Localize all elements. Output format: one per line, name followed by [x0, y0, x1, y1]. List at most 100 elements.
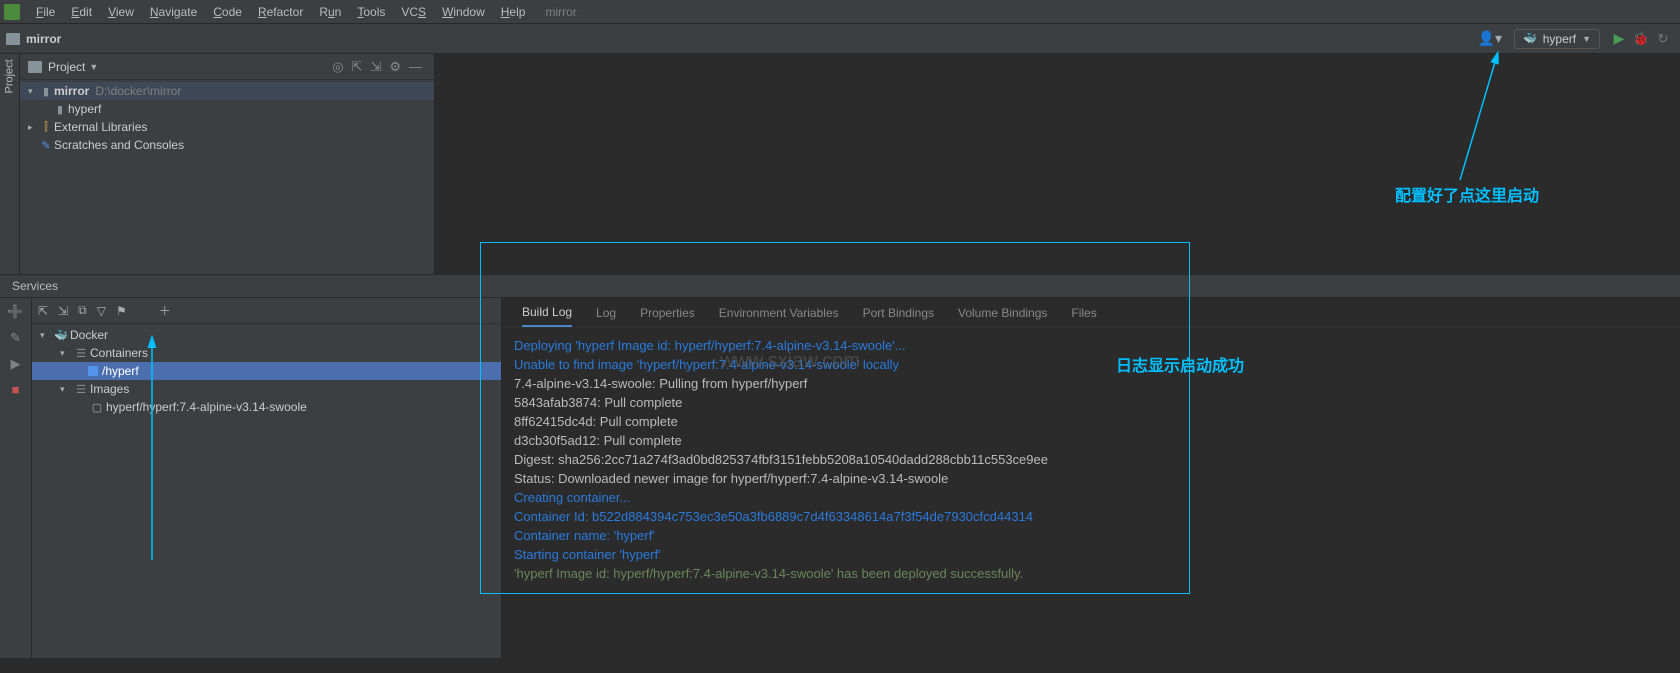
- folder-icon: ▮: [52, 103, 68, 116]
- docker-label: Docker: [70, 328, 108, 342]
- services-tree-panel: ⇱ ⇲ ⧉ ▽ ⚑ ＋ ▾ 🐳 Docker ▾ ☰ Containers /h…: [32, 298, 502, 658]
- log-line: Creating container...: [514, 488, 1668, 507]
- collapse-all-icon[interactable]: ⇲: [58, 304, 68, 318]
- log-line: Container name: 'hyperf': [514, 526, 1668, 545]
- menu-view[interactable]: View: [100, 3, 142, 21]
- nav-bar: mirror 👤▾ 🐳 hyperf ▼ ▶ 🐞 ↻: [0, 24, 1680, 54]
- add-icon[interactable]: ＋: [159, 302, 171, 319]
- containers-label: Containers: [90, 346, 148, 360]
- library-icon: ⫿: [38, 121, 54, 134]
- project-panel-header: Project ▼ ◎ ⇱ ⇲ ⚙ —: [20, 54, 434, 80]
- image-row[interactable]: ▢ hyperf/hyperf:7.4-alpine-v3.14-swoole: [32, 398, 501, 416]
- deploy-icon[interactable]: ➕: [7, 304, 23, 320]
- menu-refactor[interactable]: Refactor: [250, 3, 311, 21]
- services-tree: ▾ 🐳 Docker ▾ ☰ Containers /hyperf ▾ ☰ Im…: [32, 324, 501, 418]
- services-label: Services: [12, 279, 58, 293]
- tab-volume-bindings[interactable]: Volume Bindings: [958, 300, 1047, 326]
- menu-file[interactable]: File: [28, 3, 63, 21]
- log-line: d3cb30f5ad12: Pull complete: [514, 431, 1668, 450]
- menu-code[interactable]: Code: [205, 3, 250, 21]
- editor-area: [435, 54, 1680, 274]
- project-panel: Project ▼ ◎ ⇱ ⇲ ⚙ — ▾ ▮ mirror D:\docker…: [20, 54, 435, 274]
- services-left-gutter: ➕ ✎ ▶ ■: [0, 298, 32, 658]
- gear-icon[interactable]: ⚙: [389, 59, 401, 75]
- container-label: /hyperf: [102, 364, 139, 378]
- chevron-down-icon[interactable]: ▾: [28, 86, 38, 97]
- locate-icon[interactable]: ◎: [332, 59, 343, 75]
- images-label: Images: [90, 382, 129, 396]
- menu-navigate[interactable]: Navigate: [142, 3, 205, 21]
- bookmark-icon[interactable]: ⚑: [116, 304, 127, 318]
- menu-run[interactable]: Run: [311, 3, 349, 21]
- tab-build-log[interactable]: Build Log: [522, 299, 572, 327]
- folder-icon: ▮: [38, 85, 54, 98]
- menu-window[interactable]: Window: [434, 3, 493, 21]
- services-panel: ➕ ✎ ▶ ■ ⇱ ⇲ ⧉ ▽ ⚑ ＋ ▾ 🐳 Docker ▾ ☰ Conta…: [0, 298, 1680, 658]
- docker-icon: 🐳: [52, 329, 70, 342]
- edit-icon[interactable]: ✎: [10, 330, 21, 346]
- breadcrumb-project[interactable]: mirror: [26, 32, 61, 46]
- tab-log[interactable]: Log: [596, 300, 616, 326]
- stop-icon[interactable]: ■: [12, 382, 20, 397]
- main-area: Project Project ▼ ◎ ⇱ ⇲ ⚙ — ▾ ▮ mirror D…: [0, 54, 1680, 274]
- hide-icon[interactable]: —: [409, 59, 422, 74]
- menu-edit[interactable]: Edit: [63, 3, 100, 21]
- log-line: 7.4-alpine-v3.14-swoole: Pulling from hy…: [514, 374, 1668, 393]
- container-hyperf[interactable]: /hyperf: [32, 362, 501, 380]
- run-config-selector[interactable]: 🐳 hyperf ▼: [1514, 29, 1600, 49]
- images-icon: ☰: [72, 383, 90, 396]
- external-libraries-label: External Libraries: [54, 120, 147, 134]
- expand-all-icon[interactable]: ⇱: [38, 304, 48, 318]
- expand-all-icon[interactable]: ⇱: [352, 59, 363, 75]
- log-line: 8ff62415dc4d: Pull complete: [514, 412, 1668, 431]
- play-icon[interactable]: ▶: [11, 356, 21, 372]
- project-panel-title[interactable]: Project: [48, 60, 85, 74]
- collapse-all-icon[interactable]: ⇲: [370, 59, 381, 75]
- tab-files[interactable]: Files: [1071, 300, 1096, 326]
- tree-folder-hyperf[interactable]: ▮ hyperf: [20, 100, 434, 118]
- services-tree-toolbar: ⇱ ⇲ ⧉ ▽ ⚑ ＋: [32, 298, 501, 324]
- container-icon: [88, 366, 98, 376]
- image-label: hyperf/hyperf:7.4-alpine-v3.14-swoole: [106, 400, 307, 414]
- run-button[interactable]: ▶: [1610, 30, 1628, 47]
- services-tool-title[interactable]: Services: [0, 274, 1680, 298]
- chevron-down-icon[interactable]: ▼: [89, 62, 98, 72]
- menu-vcs[interactable]: VCS: [393, 3, 434, 21]
- chevron-down-icon[interactable]: ▾: [60, 384, 72, 395]
- log-line: Digest: sha256:2cc71a274f3ad0bd825374fbf…: [514, 450, 1668, 469]
- log-content[interactable]: Deploying 'hyperf Image id: hyperf/hyper…: [502, 328, 1680, 591]
- tab-env-vars[interactable]: Environment Variables: [719, 300, 839, 326]
- rerun-button[interactable]: ↻: [1654, 31, 1672, 47]
- containers-icon: ☰: [72, 347, 90, 360]
- chevron-down-icon: ▼: [1582, 34, 1591, 44]
- images-node[interactable]: ▾ ☰ Images: [32, 380, 501, 398]
- menu-bar: File Edit View Navigate Code Refactor Ru…: [0, 0, 1680, 24]
- project-tool-label[interactable]: Project: [4, 75, 16, 94]
- user-menu-icon[interactable]: 👤▾: [1478, 30, 1502, 47]
- menu-tools[interactable]: Tools: [349, 3, 393, 21]
- scratch-icon: ✎: [38, 139, 54, 152]
- chevron-down-icon[interactable]: ▾: [60, 348, 72, 359]
- containers-node[interactable]: ▾ ☰ Containers: [32, 344, 501, 362]
- menu-context: mirror: [545, 5, 576, 19]
- docker-node[interactable]: ▾ 🐳 Docker: [32, 326, 501, 344]
- chevron-down-icon[interactable]: ▾: [40, 330, 52, 341]
- project-root-row[interactable]: ▾ ▮ mirror D:\docker\mirror: [20, 82, 434, 100]
- debug-button[interactable]: 🐞: [1632, 31, 1650, 47]
- tab-port-bindings[interactable]: Port Bindings: [863, 300, 934, 326]
- project-root-path: D:\docker\mirror: [95, 84, 181, 98]
- group-icon[interactable]: ⧉: [78, 303, 87, 318]
- log-line: Deploying 'hyperf Image id: hyperf/hyper…: [514, 336, 1668, 355]
- tree-folder-label: hyperf: [68, 102, 101, 116]
- folder-icon: [28, 61, 42, 73]
- log-panel: Build Log Log Properties Environment Var…: [502, 298, 1680, 658]
- external-libraries[interactable]: ▸ ⫿ External Libraries: [20, 118, 434, 136]
- menu-help[interactable]: Help: [493, 3, 534, 21]
- scratches-consoles[interactable]: ✎ Scratches and Consoles: [20, 136, 434, 154]
- scratches-label: Scratches and Consoles: [54, 138, 184, 152]
- filter-icon[interactable]: ▽: [97, 304, 106, 318]
- log-line: 5843afab3874: Pull complete: [514, 393, 1668, 412]
- chevron-right-icon[interactable]: ▸: [28, 122, 38, 133]
- log-line: Starting container 'hyperf': [514, 545, 1668, 564]
- tab-properties[interactable]: Properties: [640, 300, 695, 326]
